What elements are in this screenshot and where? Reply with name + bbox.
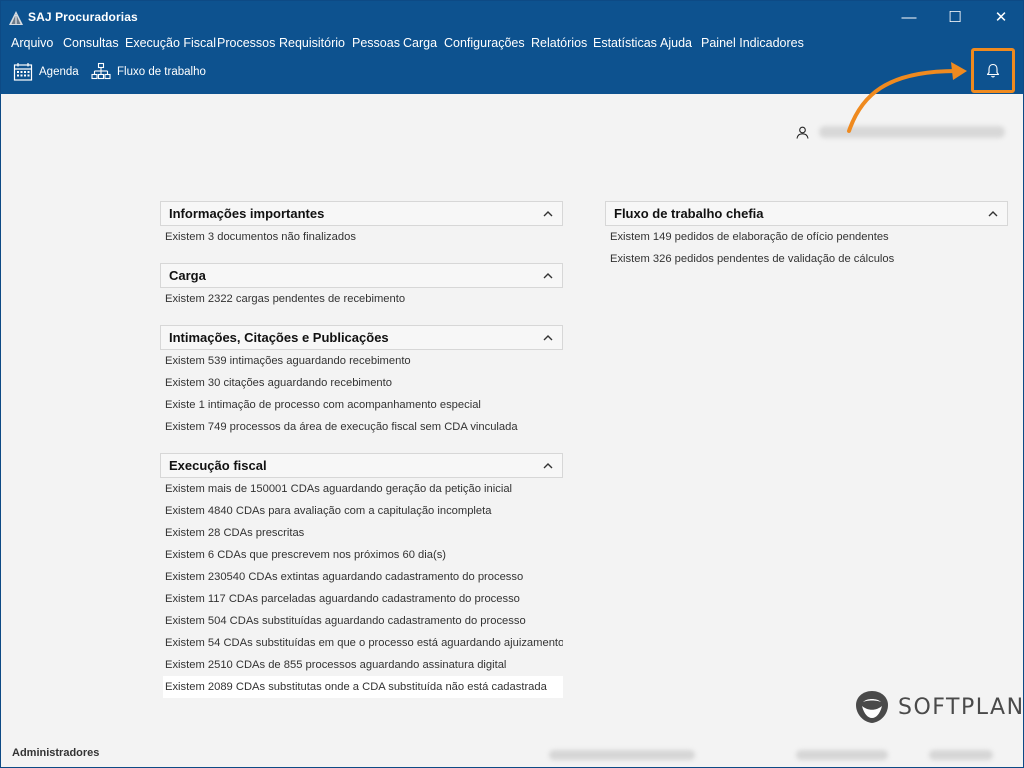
list-item[interactable]: Existem 230540 CDAs extintas aguardando …	[160, 566, 563, 588]
user-icon	[796, 126, 809, 139]
menu-ajuda[interactable]: Ajuda	[660, 36, 692, 50]
menu-configuracoes[interactable]: Configurações	[444, 36, 525, 50]
chevron-up-icon[interactable]	[542, 270, 554, 282]
status-bar: Administradores	[1, 742, 1023, 767]
menu-bar: Arquivo Consultas Execução Fiscal Proces…	[1, 33, 1023, 55]
list-item[interactable]: Existem 30 citações aguardando recebimen…	[160, 372, 563, 394]
panel-header[interactable]: Informações importantes	[160, 201, 563, 226]
panel-title: Carga	[169, 268, 206, 283]
app-window: SAJ Procuradorias — ☐ ✕ Arquivo Consulta…	[0, 0, 1024, 768]
chevron-up-icon[interactable]	[542, 332, 554, 344]
list-item[interactable]: Existem 2322 cargas pendentes de recebim…	[160, 288, 563, 310]
list-item[interactable]: Existem 54 CDAs substituídas em que o pr…	[160, 632, 563, 654]
list-item[interactable]: Existe 1 intimação de processo com acomp…	[160, 394, 563, 416]
list-item[interactable]: Existem 6 CDAs que prescrevem nos próxim…	[160, 544, 563, 566]
toolbar: Agenda Fluxo de trabalho	[1, 55, 1023, 94]
maximize-icon: ☐	[948, 9, 962, 26]
fluxo-trabalho-button[interactable]: Fluxo de trabalho	[91, 62, 206, 82]
panel-header[interactable]: Execução fiscal	[160, 453, 563, 478]
close-button[interactable]: ✕	[978, 1, 1024, 33]
list-item[interactable]: Existem 3 documentos não finalizados	[160, 226, 563, 248]
status-redacted-2	[796, 750, 888, 760]
menu-consultas[interactable]: Consultas	[63, 36, 119, 50]
minimize-button[interactable]: —	[886, 1, 932, 33]
list-item[interactable]: Existem 149 pedidos de elaboração de ofí…	[605, 226, 1008, 248]
menu-relatorios[interactable]: Relatórios	[531, 36, 587, 50]
panel-title: Fluxo de trabalho chefia	[614, 206, 764, 221]
panel-informacoes-importantes: Informações importantes Existem 3 docume…	[160, 201, 563, 248]
softplan-logo-icon	[856, 691, 888, 723]
menu-arquivo[interactable]: Arquivo	[11, 36, 53, 50]
panel-execucao-fiscal: Execução fiscal Existem mais de 150001 C…	[160, 453, 563, 698]
menu-execucao-fiscal[interactable]: Execução Fiscal	[125, 36, 216, 50]
app-logo-icon	[9, 11, 23, 25]
list-item-selected[interactable]: Existem 2089 CDAs substitutas onde a CDA…	[163, 676, 563, 698]
menu-estatisticas[interactable]: Estatísticas	[593, 36, 657, 50]
panel-fluxo-trabalho-chefia: Fluxo de trabalho chefia Existem 149 ped…	[605, 201, 1008, 270]
list-item[interactable]: Existem 539 intimações aguardando recebi…	[160, 350, 563, 372]
bell-icon	[986, 63, 1000, 77]
fluxo-trabalho-label: Fluxo de trabalho	[117, 66, 206, 78]
chevron-up-icon[interactable]	[987, 208, 999, 220]
status-redacted-3	[929, 750, 993, 760]
user-name-redacted	[819, 126, 1005, 138]
agenda-label: Agenda	[39, 66, 79, 78]
menu-painel-indicadores[interactable]: Painel Indicadores	[701, 36, 804, 50]
list-item[interactable]: Existem 28 CDAs prescritas	[160, 522, 563, 544]
list-item[interactable]: Existem 117 CDAs parceladas aguardando c…	[160, 588, 563, 610]
title-bar: SAJ Procuradorias — ☐ ✕	[1, 1, 1023, 33]
panel-carga: Carga Existem 2322 cargas pendentes de r…	[160, 263, 563, 310]
panel-header[interactable]: Fluxo de trabalho chefia	[605, 201, 1008, 226]
panel-header[interactable]: Carga	[160, 263, 563, 288]
list-item[interactable]: Existem mais de 150001 CDAs aguardando g…	[160, 478, 563, 500]
calendar-icon	[13, 63, 33, 81]
status-redacted-1	[549, 750, 695, 760]
workflow-icon	[91, 62, 111, 80]
agenda-button[interactable]: Agenda	[13, 62, 79, 82]
panel-header[interactable]: Intimações, Citações e Publicações	[160, 325, 563, 350]
list-item[interactable]: Existem 326 pedidos pendentes de validaç…	[605, 248, 1008, 270]
list-item[interactable]: Existem 2510 CDAs de 855 processos aguar…	[160, 654, 563, 676]
list-item[interactable]: Existem 504 CDAs substituídas aguardando…	[160, 610, 563, 632]
panel-title: Intimações, Citações e Publicações	[169, 330, 389, 345]
minimize-icon: —	[901, 8, 917, 26]
list-item[interactable]: Existem 749 processos da área de execuçã…	[160, 416, 563, 438]
menu-requisitorio[interactable]: Requisitório	[279, 36, 345, 50]
list-item[interactable]: Existem 4840 CDAs para avaliação com a c…	[160, 500, 563, 522]
softplan-brand-text: SOFTPLAN	[898, 694, 1024, 720]
chevron-up-icon[interactable]	[542, 208, 554, 220]
status-profile: Administradores	[12, 747, 100, 759]
notifications-button[interactable]	[971, 48, 1015, 93]
panel-intimacoes: Intimações, Citações e Publicações Exist…	[160, 325, 563, 438]
panel-title: Execução fiscal	[169, 458, 267, 473]
menu-pessoas[interactable]: Pessoas	[352, 36, 400, 50]
menu-processos[interactable]: Processos	[217, 36, 275, 50]
chevron-up-icon[interactable]	[542, 460, 554, 472]
panel-title: Informações importantes	[169, 206, 325, 221]
close-icon: ✕	[994, 9, 1008, 26]
softplan-logo: SOFTPLAN	[854, 689, 1024, 725]
user-info	[796, 125, 1005, 139]
maximize-button[interactable]: ☐	[932, 1, 978, 33]
window-title: SAJ Procuradorias	[28, 10, 138, 24]
menu-carga[interactable]: Carga	[403, 36, 437, 50]
